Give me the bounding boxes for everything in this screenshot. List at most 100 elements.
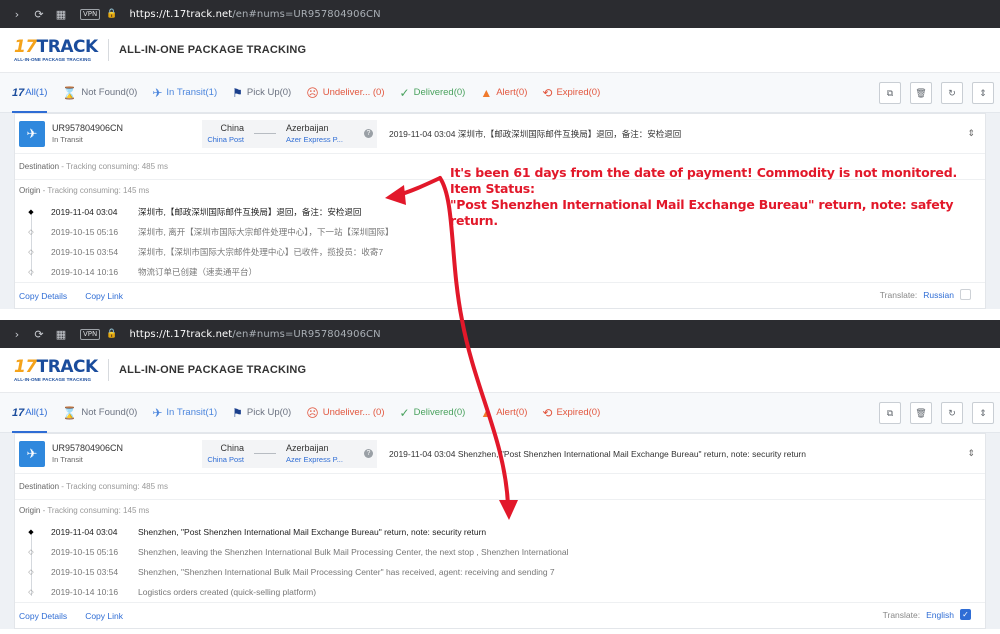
back-icon[interactable]: › (6, 8, 28, 21)
dest-carrier[interactable]: Azer Express P... (286, 135, 356, 144)
translate-control: Translate: Russian (880, 289, 971, 300)
tab-delivered-label: Delivered(0) (413, 87, 466, 98)
address-bar[interactable]: https://t.17track.net/en#nums=UR95780490… (129, 329, 380, 340)
logo-tagline: ALL-IN-ONE PACKAGE TRACKING (14, 376, 92, 382)
event-desc: Shenzhen, "Shenzhen International Bulk M… (138, 567, 555, 577)
collapse-icon[interactable]: ⇕ (972, 402, 994, 424)
tracking-number[interactable]: UR957804906CN (52, 443, 202, 453)
card-footer: Copy Details Copy Link Translate: Russia… (15, 282, 985, 308)
package-status: In Transit (52, 455, 83, 464)
url-host: https://t.17track.net (129, 328, 233, 340)
copy-details-link[interactable]: Copy Details (19, 611, 67, 621)
expand-icon[interactable]: ⇕ (967, 448, 975, 459)
screenshot-top: › ⟳ ▦ VPN 🔒 https://t.17track.net/en#num… (0, 0, 1000, 320)
logo[interactable]: 17TRACK ALL-IN-ONE PACKAGE TRACKING (14, 356, 100, 382)
copy-link-link[interactable]: Copy Link (85, 611, 123, 621)
grid-icon[interactable]: ▦ (50, 328, 72, 341)
refresh-icon[interactable]: ⟳ (28, 8, 50, 21)
dest-country: Azerbaijan (286, 123, 329, 133)
back-icon[interactable]: › (6, 328, 28, 341)
tab-alert[interactable]: ▲ Alert(0) (480, 393, 527, 433)
copy-details-link[interactable]: Copy Details (19, 291, 67, 301)
tab-pick-up[interactable]: ⚑ Pick Up(0) (232, 393, 291, 433)
browser-toolbar: › ⟳ ▦ VPN 🔒 https://t.17track.net/en#num… (0, 0, 1000, 28)
event-desc: Shenzhen, "Post Shenzhen International M… (138, 527, 487, 537)
tab-expired[interactable]: ⟲ Expired(0) (542, 393, 600, 433)
copy-icon[interactable]: ⧉ (879, 82, 901, 104)
event-dot-icon: ◇ (28, 569, 34, 576)
tab-expired[interactable]: ⟲ Expired(0) (542, 73, 600, 113)
tab-undelivered[interactable]: ☹ Undeliver... (0) (306, 73, 384, 113)
copy-icon[interactable]: ⧉ (879, 402, 901, 424)
vpn-badge[interactable]: VPN (80, 328, 101, 340)
tracking-number[interactable]: UR957804906CN (52, 123, 202, 133)
dest-carrier[interactable]: Azer Express P... (286, 455, 356, 464)
sync-icon[interactable]: ↻ (941, 402, 963, 424)
event-time: 2019-10-15 03:54 (51, 247, 119, 257)
refresh-icon[interactable]: ⟳ (28, 328, 50, 341)
event-row: ◇ 2019-10-14 10:16 Logistics orders create… (19, 582, 985, 602)
origin-carrier[interactable]: China Post (206, 455, 244, 464)
translate-checkbox[interactable]: ✓ (960, 609, 971, 620)
grid-icon[interactable]: ▦ (50, 8, 72, 21)
plane-icon: ✈ (19, 120, 45, 147)
tab-undelivered[interactable]: ☹ Undeliver... (0) (306, 393, 384, 433)
event-time: 2019-10-14 10:16 (51, 587, 119, 597)
destination-label: Destination (19, 162, 60, 171)
event-dot-icon: ◇ (28, 589, 34, 596)
destination-consuming: Tracking consuming: 485 ms (66, 482, 168, 491)
package-summary[interactable]: ✈ UR957804906CN In Transit China China Po… (15, 114, 985, 154)
annotation-line-2: Item Status: (450, 181, 535, 196)
check-icon: ✓ (399, 405, 410, 420)
sync-icon[interactable]: ↻ (941, 82, 963, 104)
header-divider (108, 39, 109, 61)
tab-not-found[interactable]: ⌛ Not Found(0) (62, 73, 137, 113)
tab-in-transit[interactable]: ✈ In Transit(1) (152, 73, 217, 113)
delete-icon[interactable]: 🗑 (910, 82, 932, 104)
tab-all[interactable]: 17 All(1) (12, 73, 48, 113)
delete-icon[interactable]: 🗑 (910, 402, 932, 424)
collapse-icon[interactable]: ⇕ (972, 82, 994, 104)
tab-delivered[interactable]: ✓ Delivered(0) (400, 393, 466, 433)
origin-country: China (220, 443, 244, 453)
warning-icon: ▲ (480, 85, 493, 100)
copy-link-link[interactable]: Copy Link (85, 291, 123, 301)
help-icon[interactable]: ? (364, 449, 373, 458)
plane-icon: ✈ (152, 405, 163, 420)
translate-language[interactable]: Russian (923, 290, 954, 300)
tab-in-transit[interactable]: ✈ In Transit(1) (152, 393, 217, 433)
event-row: ◇ 2019-10-15 03:54 Shenzhen, "Shenzhen Int… (19, 562, 985, 582)
card-footer: Copy Details Copy Link Translate: Englis… (15, 602, 985, 628)
route-arrow (254, 453, 276, 454)
origin-consuming: Tracking consuming: 145 ms (47, 186, 150, 195)
address-bar[interactable]: https://t.17track.net/en#nums=UR95780490… (129, 9, 380, 20)
event-time: 2019-11-04 03:04 (51, 207, 118, 217)
event-dot-icon: ◇ (28, 269, 34, 276)
expired-icon: ⟲ (542, 85, 553, 100)
tab-alert[interactable]: ▲ Alert(0) (480, 73, 527, 113)
translate-language[interactable]: English (926, 610, 954, 620)
event-dot-icon: ◇ (28, 229, 34, 236)
package-summary[interactable]: ✈ UR957804906CN In Transit China China Po… (15, 434, 985, 474)
page-title: ALL-IN-ONE PACKAGE TRACKING (119, 44, 307, 56)
expand-icon[interactable]: ⇕ (967, 128, 975, 139)
logo[interactable]: 17TRACK ALL-IN-ONE PACKAGE TRACKING (14, 38, 100, 62)
tab-expired-label: Expired(0) (556, 407, 601, 418)
tab-pick-up[interactable]: ⚑ Pick Up(0) (232, 73, 291, 113)
expired-icon: ⟲ (542, 405, 553, 420)
translate-label: Translate: (879, 289, 918, 300)
help-icon[interactable]: ? (364, 129, 373, 138)
site-header: 17TRACK ALL-IN-ONE PACKAGE TRACKING ALL-… (0, 348, 1000, 393)
seventeen-icon: 17 (12, 86, 25, 99)
event-dot-icon: ◆ (28, 529, 34, 536)
tab-delivered[interactable]: ✓ Delivered(0) (400, 73, 466, 113)
vpn-badge[interactable]: VPN (80, 8, 101, 20)
tab-all[interactable]: 17 All(1) (12, 393, 48, 433)
origin-carrier[interactable]: China Post (206, 135, 244, 144)
translate-checkbox[interactable] (960, 289, 971, 300)
logo-17: 17 (14, 356, 37, 377)
annotation-text: It's been 61 days from the date of payme… (450, 165, 1000, 229)
event-desc: Logistics orders created (quick-selling … (138, 587, 317, 597)
url-path: /en#nums=UR957804906CN (232, 8, 381, 20)
tab-not-found[interactable]: ⌛ Not Found(0) (62, 393, 137, 433)
